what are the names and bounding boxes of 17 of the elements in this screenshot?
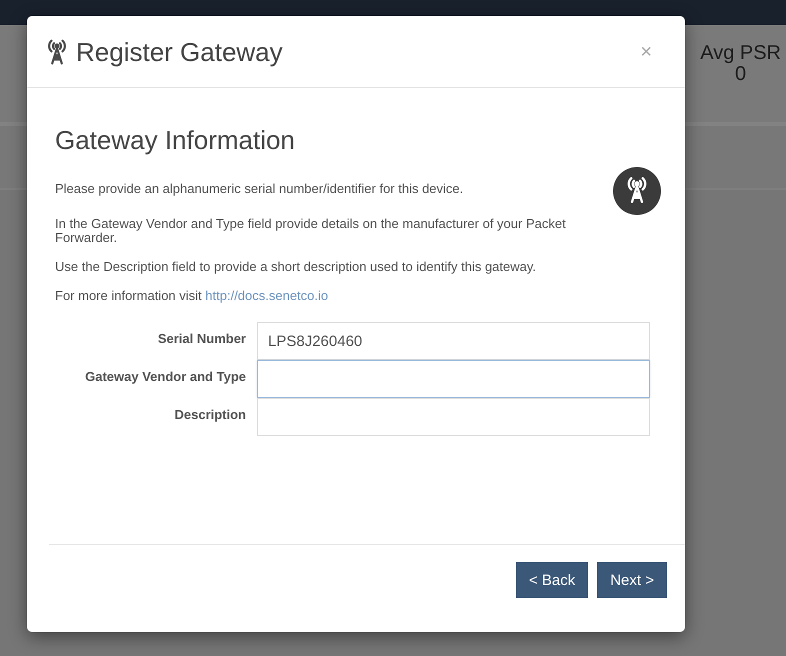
stat-label: Avg PSR (700, 43, 781, 64)
section-heading: Gateway Information (55, 126, 296, 154)
text-input[interactable]: LPS8J260460 (257, 322, 650, 360)
field-label: Description (174, 406, 246, 422)
next-button[interactable]: Next > (597, 562, 667, 598)
dialog-title: Register Gateway (76, 36, 284, 66)
antenna-tower-icon (613, 167, 661, 215)
text-input[interactable] (257, 398, 650, 436)
info-paragraph: For more information visit http://docs.senetco.io (55, 289, 330, 303)
back-button[interactable]: < Back (516, 562, 588, 598)
stat-value: 0 (735, 64, 746, 85)
field-label: Gateway Vendor and Type (85, 368, 246, 384)
text-input[interactable] (257, 360, 650, 398)
info-paragraph: Use the Description field to provide a short description used to identify this gateway. (55, 260, 538, 274)
field-label: Serial Number (158, 330, 246, 346)
info-paragraph: Please provide an alphanumeric serial number/identifier for this device. (55, 182, 464, 196)
info-paragraph: In the Gateway Vendor and Type field provide details on the manufacturer of your Packet Forwarder. (55, 217, 567, 245)
